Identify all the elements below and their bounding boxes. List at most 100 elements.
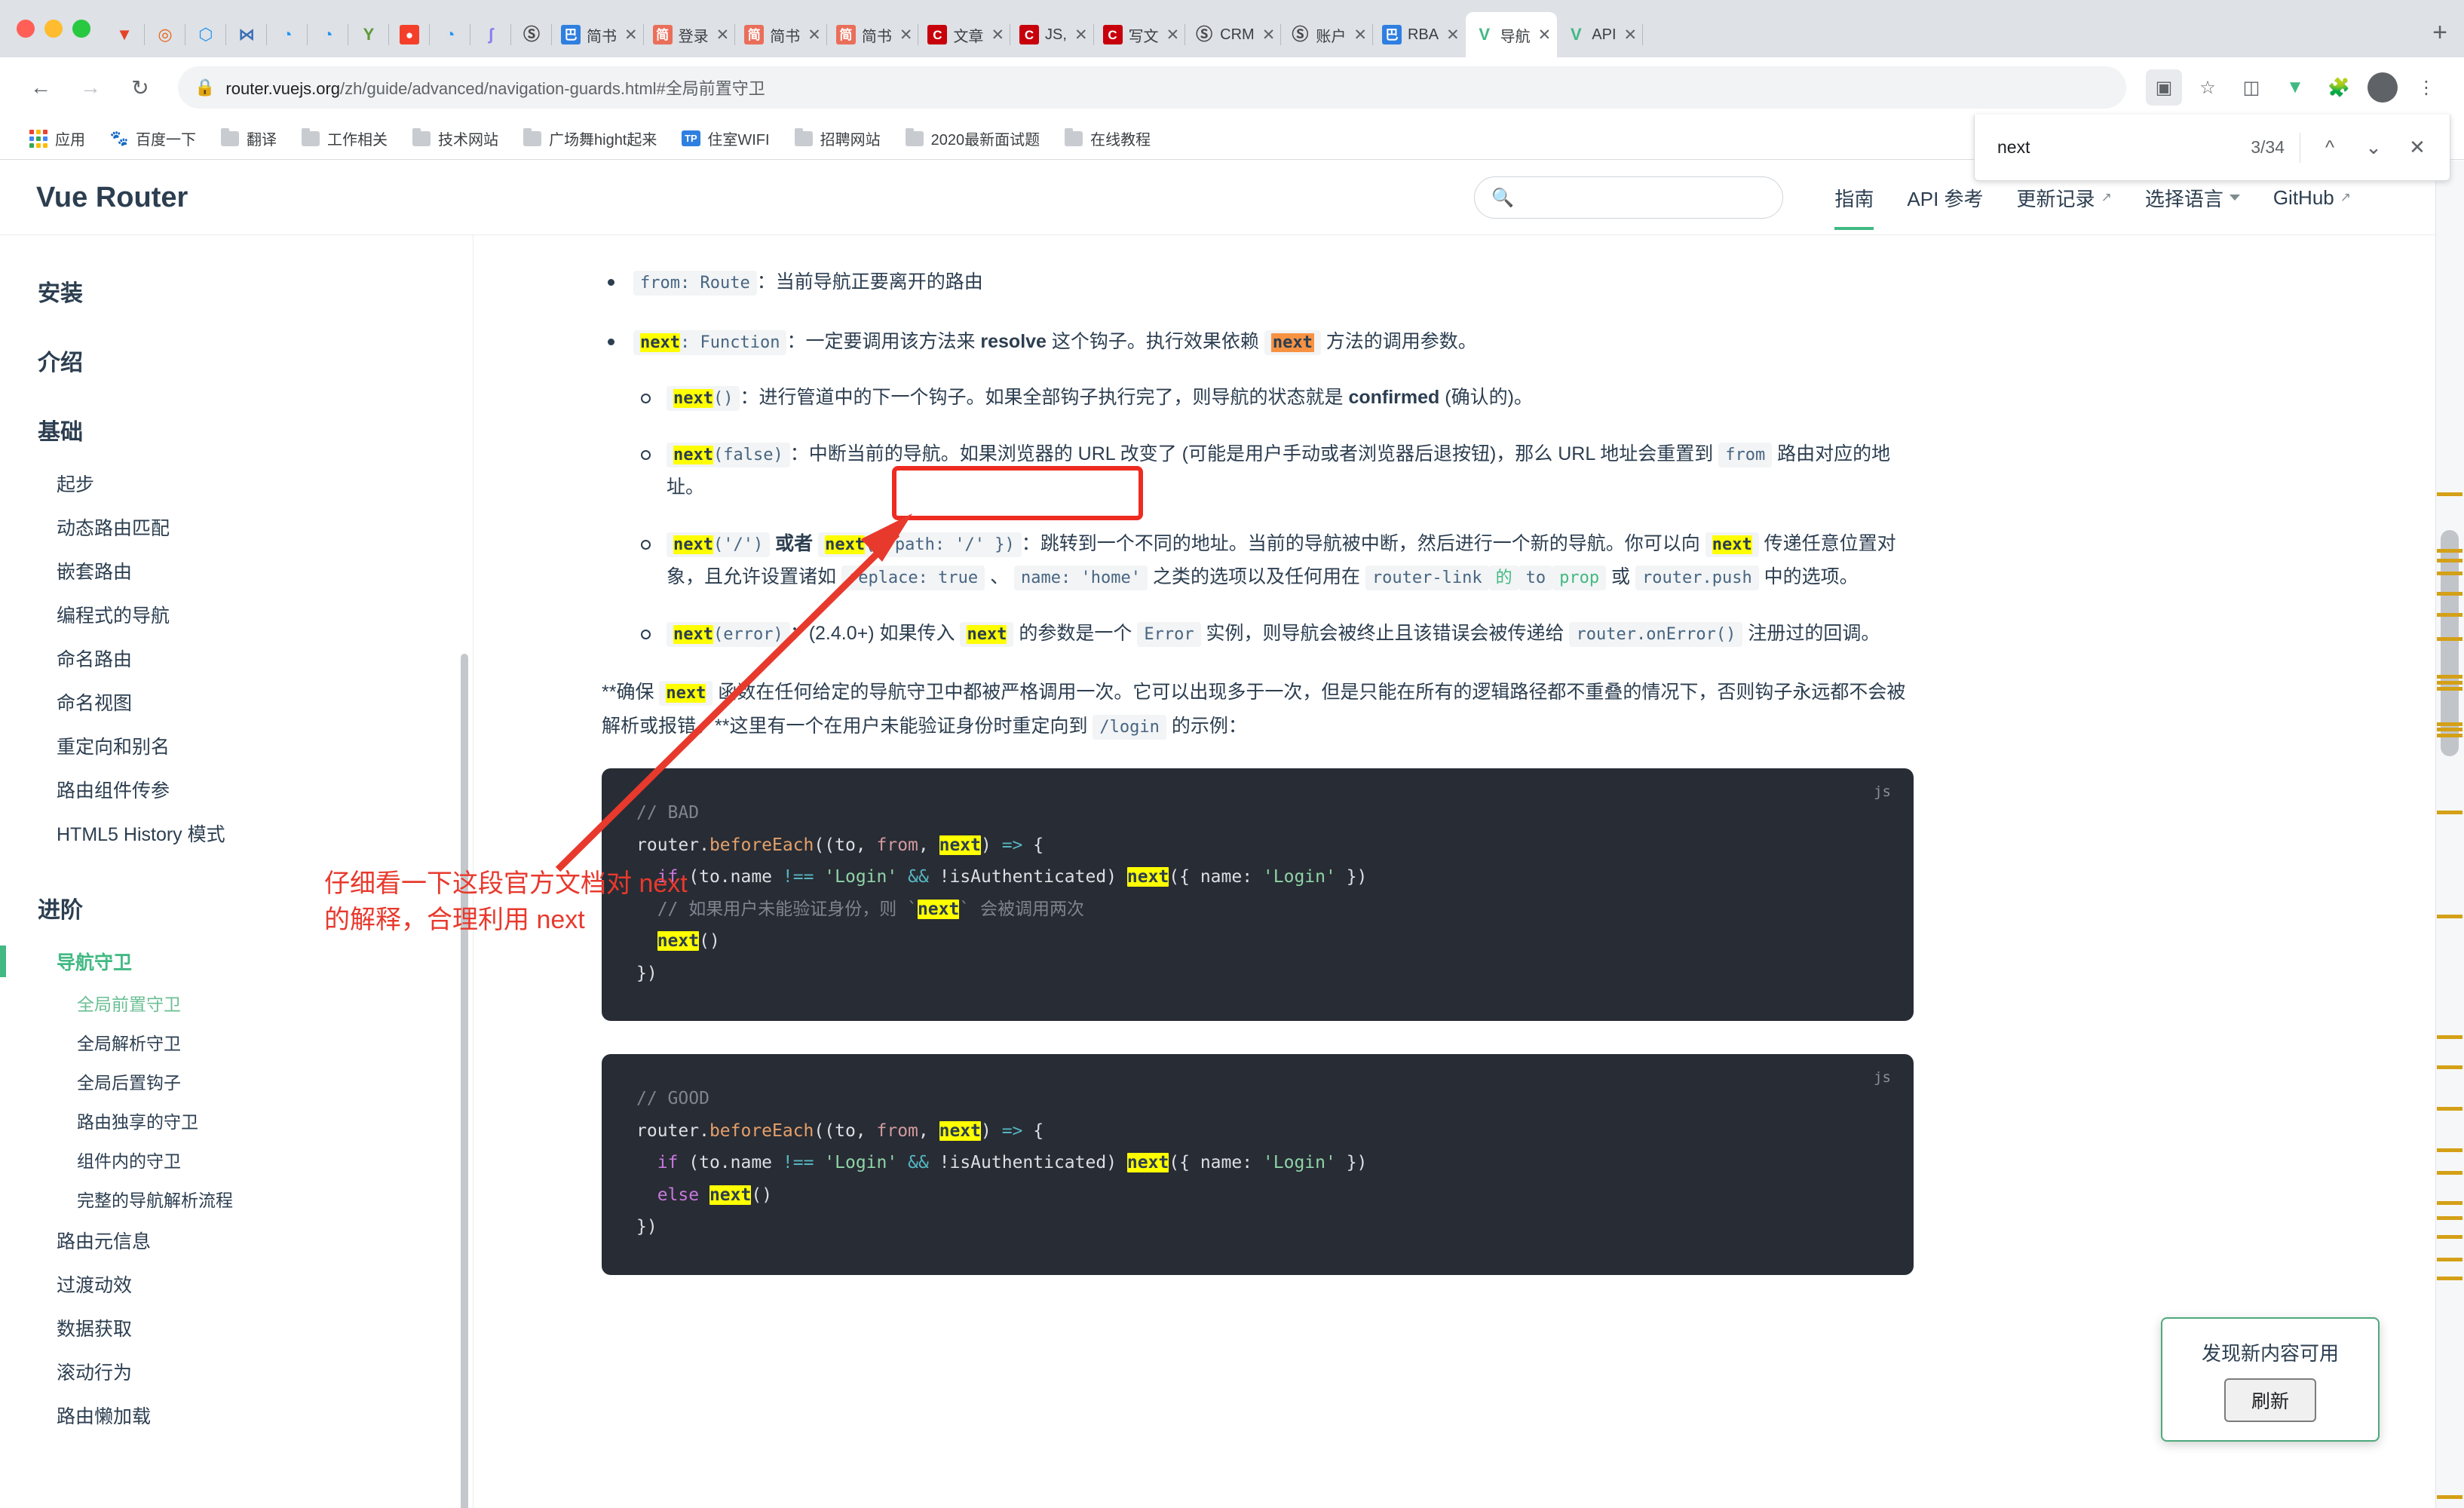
maximize-window-button[interactable] (72, 20, 90, 38)
browser-tab[interactable]: ● (389, 12, 430, 57)
sidebar-scrollbar[interactable] (461, 654, 468, 1508)
tab-close-icon[interactable]: ✕ (1353, 27, 1367, 43)
sidebar-subitem[interactable]: 全局后置钩子 (0, 1062, 473, 1101)
reload-button[interactable]: ↻ (119, 66, 161, 109)
site-nav[interactable]: 🔍 指南 API 参考 更新记录 ↗ 选择语言 GitHub ↗ (1474, 176, 2434, 230)
tab-close-icon[interactable]: ✕ (1624, 27, 1638, 43)
bookmark-item[interactable]: 🐾 百度一下 (100, 123, 205, 154)
browser-tab[interactable]: 巴 RBA ✕ (1373, 12, 1466, 57)
nav-link-api[interactable]: API 参考 (1907, 184, 1983, 212)
bookmark-item[interactable]: 翻译 (211, 123, 286, 154)
tab-close-icon[interactable]: ✕ (1262, 27, 1276, 43)
tab-close-icon[interactable]: ✕ (1166, 27, 1180, 43)
sidebar-subitem[interactable]: 完整的导航解析流程 (0, 1179, 473, 1218)
browser-tab[interactable]: ⋈ (226, 12, 267, 57)
tab-close-icon[interactable]: ✕ (1074, 27, 1088, 43)
sidebar-item[interactable]: 路由组件传参 (0, 768, 473, 811)
bookmark-item[interactable]: 工作相关 (292, 123, 397, 154)
sidebar-item[interactable]: 滚动行为 (0, 1350, 473, 1393)
extensions-icon[interactable]: 🧩 (2321, 69, 2357, 106)
tab-close-icon[interactable]: ✕ (624, 27, 638, 43)
sidebar-item[interactable]: 起步 (0, 461, 473, 505)
bookmark-item[interactable]: 广场舞hight起来 (513, 123, 666, 154)
bookmark-item[interactable]: 技术网站 (403, 123, 507, 154)
browser-tab[interactable]: Ⓢ CRM ✕ (1185, 12, 1282, 57)
browser-tab[interactable]: ʃ (470, 12, 511, 57)
browser-tab[interactable]: ◔ (430, 12, 470, 57)
sidebar-subitem[interactable]: 全局前置守卫 (0, 983, 473, 1022)
browser-tab[interactable]: C 文章 ✕ (918, 12, 1010, 57)
cast-icon[interactable]: ◫ (2233, 69, 2269, 106)
sidebar-item[interactable]: 过渡动效 (0, 1262, 473, 1306)
bookmark-item[interactable]: 应用 (20, 123, 94, 154)
sidebar-item[interactable]: 导航守卫 (0, 939, 473, 983)
tab-close-icon[interactable]: ✕ (716, 27, 730, 43)
site-brand[interactable]: Vue Router (36, 182, 188, 214)
back-button[interactable]: ← (20, 66, 62, 109)
sidebar-item[interactable]: 编程式的导航 (0, 593, 473, 636)
browser-tab[interactable]: C JS, ✕ (1010, 12, 1094, 57)
browser-tab[interactable]: 简简书 ✕ (827, 12, 919, 57)
tab-close-icon[interactable]: ✕ (1446, 27, 1460, 43)
browser-tab[interactable]: ⬡ (185, 12, 226, 57)
browser-tab[interactable]: 巴简书 ✕ (552, 12, 644, 57)
page-scrollbar[interactable] (2435, 161, 2464, 1508)
find-next-button[interactable]: ⌄ (2352, 126, 2395, 170)
browser-tab[interactable]: C 写文 ✕ (1094, 12, 1186, 57)
sidebar-item[interactable]: HTML5 History 模式 (0, 811, 473, 855)
find-in-page-bar[interactable]: 3/34 ^ ⌄ ✕ (1974, 115, 2450, 181)
bookmark-item[interactable]: TP 住室WIFI (672, 123, 778, 154)
sidebar-subitem[interactable]: 全局解析守卫 (0, 1022, 473, 1062)
browser-tab[interactable]: ▼ (104, 12, 145, 57)
tab-close-icon[interactable]: ✕ (991, 27, 1004, 43)
bookmark-item[interactable]: 招聘网站 (785, 123, 890, 154)
browser-tab[interactable]: Ⓢ (511, 12, 552, 57)
browser-tab[interactable]: Y (348, 12, 389, 57)
browser-tab[interactable]: ◔ (267, 12, 308, 57)
browser-tab[interactable]: 简简书 ✕ (735, 12, 827, 57)
tab-close-icon[interactable]: ✕ (808, 27, 821, 43)
sidebar-subitem[interactable]: 路由独享的守卫 (0, 1101, 473, 1140)
tab-close-icon[interactable]: ✕ (899, 27, 913, 43)
address-bar[interactable]: 🔒 router.vuejs.org/zh/guide/advanced/nav… (178, 66, 2126, 109)
find-input[interactable] (1997, 137, 2251, 158)
find-previous-button[interactable]: ^ (2308, 126, 2352, 170)
menu-icon[interactable]: ⋮ (2408, 69, 2444, 106)
close-window-button[interactable] (17, 20, 35, 38)
tab-strip[interactable]: ▼ ◎ ⬡ ⋈ ◔ ◔ Y ● ◔ ʃ Ⓢ 巴简书 ✕ 简登录 ✕ 简简书 ✕ 简简书 ✕ C 文章 ✕ C JS, ✕ C 写文 ✕… (104, 0, 2416, 57)
browser-tab[interactable]: ◔ (308, 12, 348, 57)
sidebar[interactable]: 安装 介绍 基础 起步 动态路由匹配 嵌套路由 编程式的导航 命名路由 命名视图 重定向和别名 路由… (0, 235, 473, 1508)
nav-link-github[interactable]: GitHub ↗ (2273, 186, 2351, 210)
nav-link-language[interactable]: 选择语言 (2145, 184, 2240, 212)
sidebar-item[interactable]: 命名路由 (0, 636, 473, 680)
browser-tab[interactable]: V 导航 ✕ (1465, 12, 1558, 57)
minimize-window-button[interactable] (44, 20, 63, 38)
bookmark-item[interactable]: 在线教程 (1055, 123, 1160, 154)
sidebar-item[interactable]: 数据获取 (0, 1306, 473, 1350)
browser-tab[interactable]: ◎ (145, 12, 185, 57)
sidebar-item[interactable]: 动态路由匹配 (0, 505, 473, 549)
browser-tab[interactable]: Ⓢ 账户 ✕ (1281, 12, 1373, 57)
bookmark-star-icon[interactable]: ☆ (2190, 69, 2226, 106)
refresh-button[interactable]: 刷新 (2223, 1378, 2316, 1422)
profile-icon[interactable] (2364, 69, 2401, 106)
nav-link-guide[interactable]: 指南 (1834, 184, 1874, 230)
sidebar-item[interactable]: 路由懒加载 (0, 1393, 473, 1437)
sidebar-item[interactable]: 重定向和别名 (0, 724, 473, 768)
new-tab-button[interactable]: + (2416, 20, 2464, 57)
browser-tab[interactable]: V API ✕ (1557, 12, 1643, 57)
window-controls[interactable] (8, 20, 104, 57)
site-search-input[interactable]: 🔍 (1474, 176, 1784, 219)
sidebar-subitem[interactable]: 组件内的守卫 (0, 1140, 473, 1179)
vue-devtools-icon[interactable]: ▼ (2277, 69, 2313, 106)
forward-button[interactable]: → (69, 66, 112, 109)
sidebar-item[interactable]: 路由元信息 (0, 1218, 473, 1262)
sidebar-item[interactable]: 嵌套路由 (0, 549, 473, 593)
image-search-icon[interactable]: ▣ (2146, 69, 2182, 106)
browser-tab[interactable]: 简登录 ✕ (644, 12, 736, 57)
sidebar-item[interactable]: 命名视图 (0, 680, 473, 724)
tab-close-icon[interactable]: ✕ (1538, 27, 1552, 43)
nav-link-changelog[interactable]: 更新记录 ↗ (2017, 184, 2112, 212)
find-close-button[interactable]: ✕ (2395, 126, 2439, 170)
bookmark-item[interactable]: 2020最新面试题 (896, 123, 1050, 154)
